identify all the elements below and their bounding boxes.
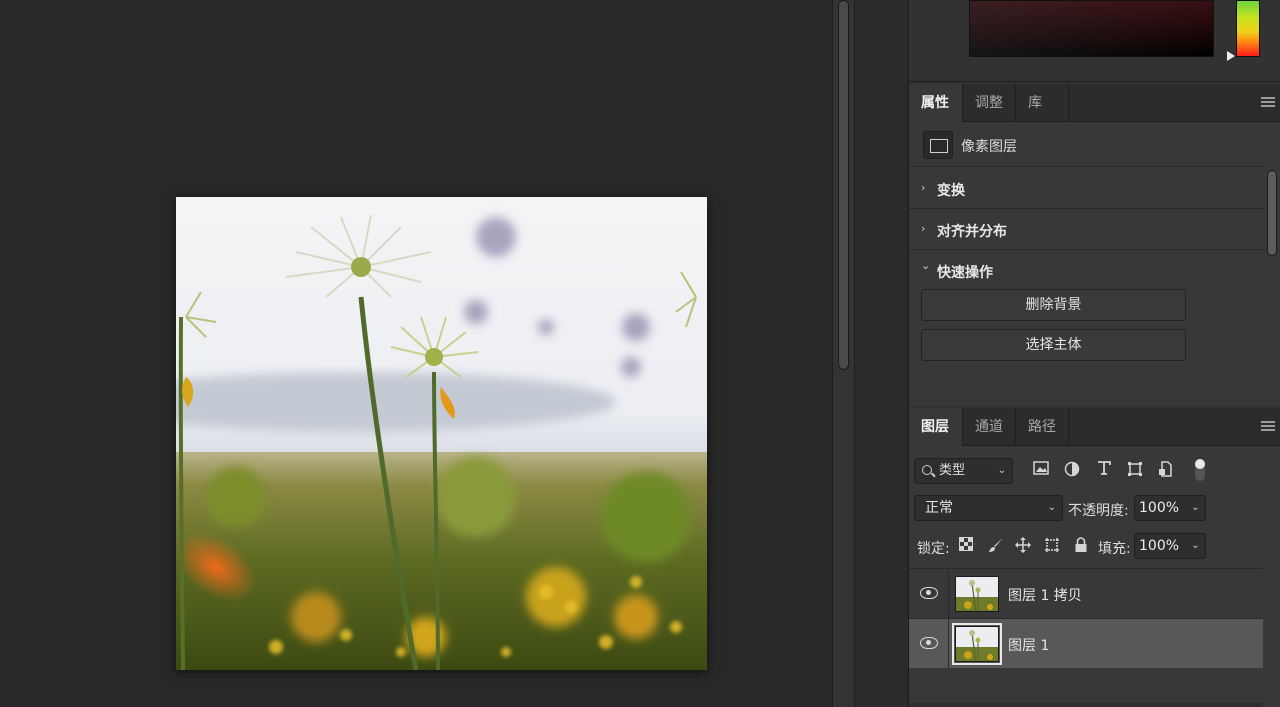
section-transform[interactable]: › 变换	[909, 168, 1264, 209]
opacity-dropdown[interactable]: ⌄	[1186, 495, 1206, 521]
tab-layers[interactable]: 图层	[909, 408, 963, 446]
layers-scrollbar[interactable]	[1263, 574, 1280, 707]
layer-name[interactable]: 图层 1	[1008, 635, 1049, 655]
properties-scrollbar[interactable]	[1264, 122, 1280, 406]
layer-filter-select[interactable]: 类型 ⌄	[914, 458, 1013, 484]
section-align-distribute[interactable]: › 对齐并分布	[909, 209, 1264, 250]
panel-dock-gutter	[854, 0, 908, 707]
fill-dropdown[interactable]: ⌄	[1186, 533, 1206, 559]
tab-properties[interactable]: 属性	[909, 84, 963, 122]
scrollbar-thumb[interactable]	[838, 0, 849, 370]
document-image[interactable]	[176, 197, 707, 670]
properties-panel: 属性 调整 库 像素图层 › 变换 › 对齐并分布 ⌄ 快速操作 删除背景 选择…	[909, 84, 1280, 406]
tab-channels[interactable]: 通道	[963, 408, 1016, 446]
properties-body: 像素图层 › 变换 › 对齐并分布 ⌄ 快速操作 删除背景 选择主体	[909, 122, 1264, 406]
layers-bottom-bar	[909, 703, 1263, 707]
layers-panel: 图层 通道 路径 类型 ⌄ 正常 ⌄ 不透明度: 100% ⌄ 锁定: 填充: …	[909, 408, 1280, 707]
eye-icon[interactable]	[920, 587, 938, 599]
chevron-down-icon: ⌄	[921, 259, 931, 272]
chevron-right-icon: ›	[921, 222, 926, 235]
adjustment-filter-icon[interactable]	[1063, 461, 1081, 479]
right-panel-dock: 属性 调整 库 像素图层 › 变换 › 对齐并分布 ⌄ 快速操作 删除背景 选择…	[908, 0, 1280, 707]
section-label: 快速操作	[937, 265, 993, 281]
section-label: 对齐并分布	[937, 224, 1007, 240]
color-saturation-field[interactable]	[969, 0, 1214, 57]
smart-object-filter-icon[interactable]	[1157, 461, 1175, 479]
filter-toggle[interactable]	[1195, 459, 1205, 481]
scrollbar-thumb[interactable]	[1267, 170, 1277, 256]
chevron-down-icon: ⌄	[1047, 502, 1056, 513]
color-panel	[909, 0, 1280, 82]
divider	[948, 569, 949, 619]
section-label: 变换	[937, 183, 965, 199]
tab-paths[interactable]: 路径	[1016, 408, 1069, 446]
hue-slider-strip[interactable]	[1236, 0, 1260, 57]
divider	[948, 619, 949, 669]
lock-image-pixels-icon[interactable]	[987, 537, 1005, 555]
layer-thumbnail[interactable]	[952, 623, 1002, 665]
layer-row-copy[interactable]: 图层 1 拷贝	[909, 568, 1263, 619]
photo-agapanthus-meadow	[176, 197, 707, 670]
canvas-area[interactable]	[0, 0, 832, 707]
canvas-vertical-scrollbar[interactable]	[832, 0, 854, 707]
properties-tabbar: 属性 调整 库	[909, 84, 1280, 122]
blend-mode-label: 正常	[925, 500, 953, 516]
layer-kind-label: 像素图层	[961, 139, 1017, 155]
chevron-right-icon: ›	[921, 181, 926, 194]
blend-mode-select[interactable]: 正常 ⌄	[914, 495, 1063, 521]
shape-filter-icon[interactable]	[1126, 461, 1144, 479]
type-filter-icon[interactable]	[1095, 461, 1113, 479]
layer-thumbnail[interactable]	[955, 576, 999, 612]
panel-menu-icon[interactable]	[1261, 421, 1275, 432]
pixel-layer-icon	[923, 131, 953, 159]
lock-label: 锁定:	[917, 541, 950, 557]
tab-libraries[interactable]: 库	[1016, 84, 1069, 122]
image-filter-icon[interactable]	[1032, 461, 1050, 479]
fill-input[interactable]: 100%	[1134, 533, 1187, 559]
layers-tabbar: 图层 通道 路径	[909, 408, 1280, 446]
opacity-input[interactable]: 100%	[1134, 495, 1187, 521]
panel-menu-icon[interactable]	[1261, 97, 1275, 108]
hue-slider-handle[interactable]	[1227, 51, 1235, 61]
layer-kind-row: 像素图层	[909, 122, 1264, 167]
layer-row-selected[interactable]: 图层 1	[909, 618, 1263, 669]
search-icon	[922, 465, 932, 475]
layers-body: 类型 ⌄ 正常 ⌄ 不透明度: 100% ⌄ 锁定: 填充: 100% ⌄ 图层…	[909, 446, 1280, 707]
opacity-label: 不透明度:	[1068, 503, 1129, 519]
lock-position-icon[interactable]	[1014, 537, 1032, 555]
remove-background-button[interactable]: 删除背景	[921, 289, 1186, 321]
fill-label: 填充:	[1098, 541, 1131, 557]
section-quick-actions[interactable]: ⌄ 快速操作	[909, 250, 1264, 291]
select-subject-button[interactable]: 选择主体	[921, 329, 1186, 361]
chevron-down-icon: ⌄	[997, 465, 1006, 476]
layer-name[interactable]: 图层 1 拷贝	[1008, 585, 1082, 605]
filter-kind-label: 类型	[939, 463, 966, 478]
tab-adjustments[interactable]: 调整	[963, 84, 1016, 122]
eye-icon[interactable]	[920, 637, 938, 649]
lock-transparent-pixels-icon[interactable]	[957, 537, 975, 555]
lock-all-icon[interactable]	[1072, 537, 1090, 555]
lock-artboard-icon[interactable]	[1043, 537, 1061, 555]
